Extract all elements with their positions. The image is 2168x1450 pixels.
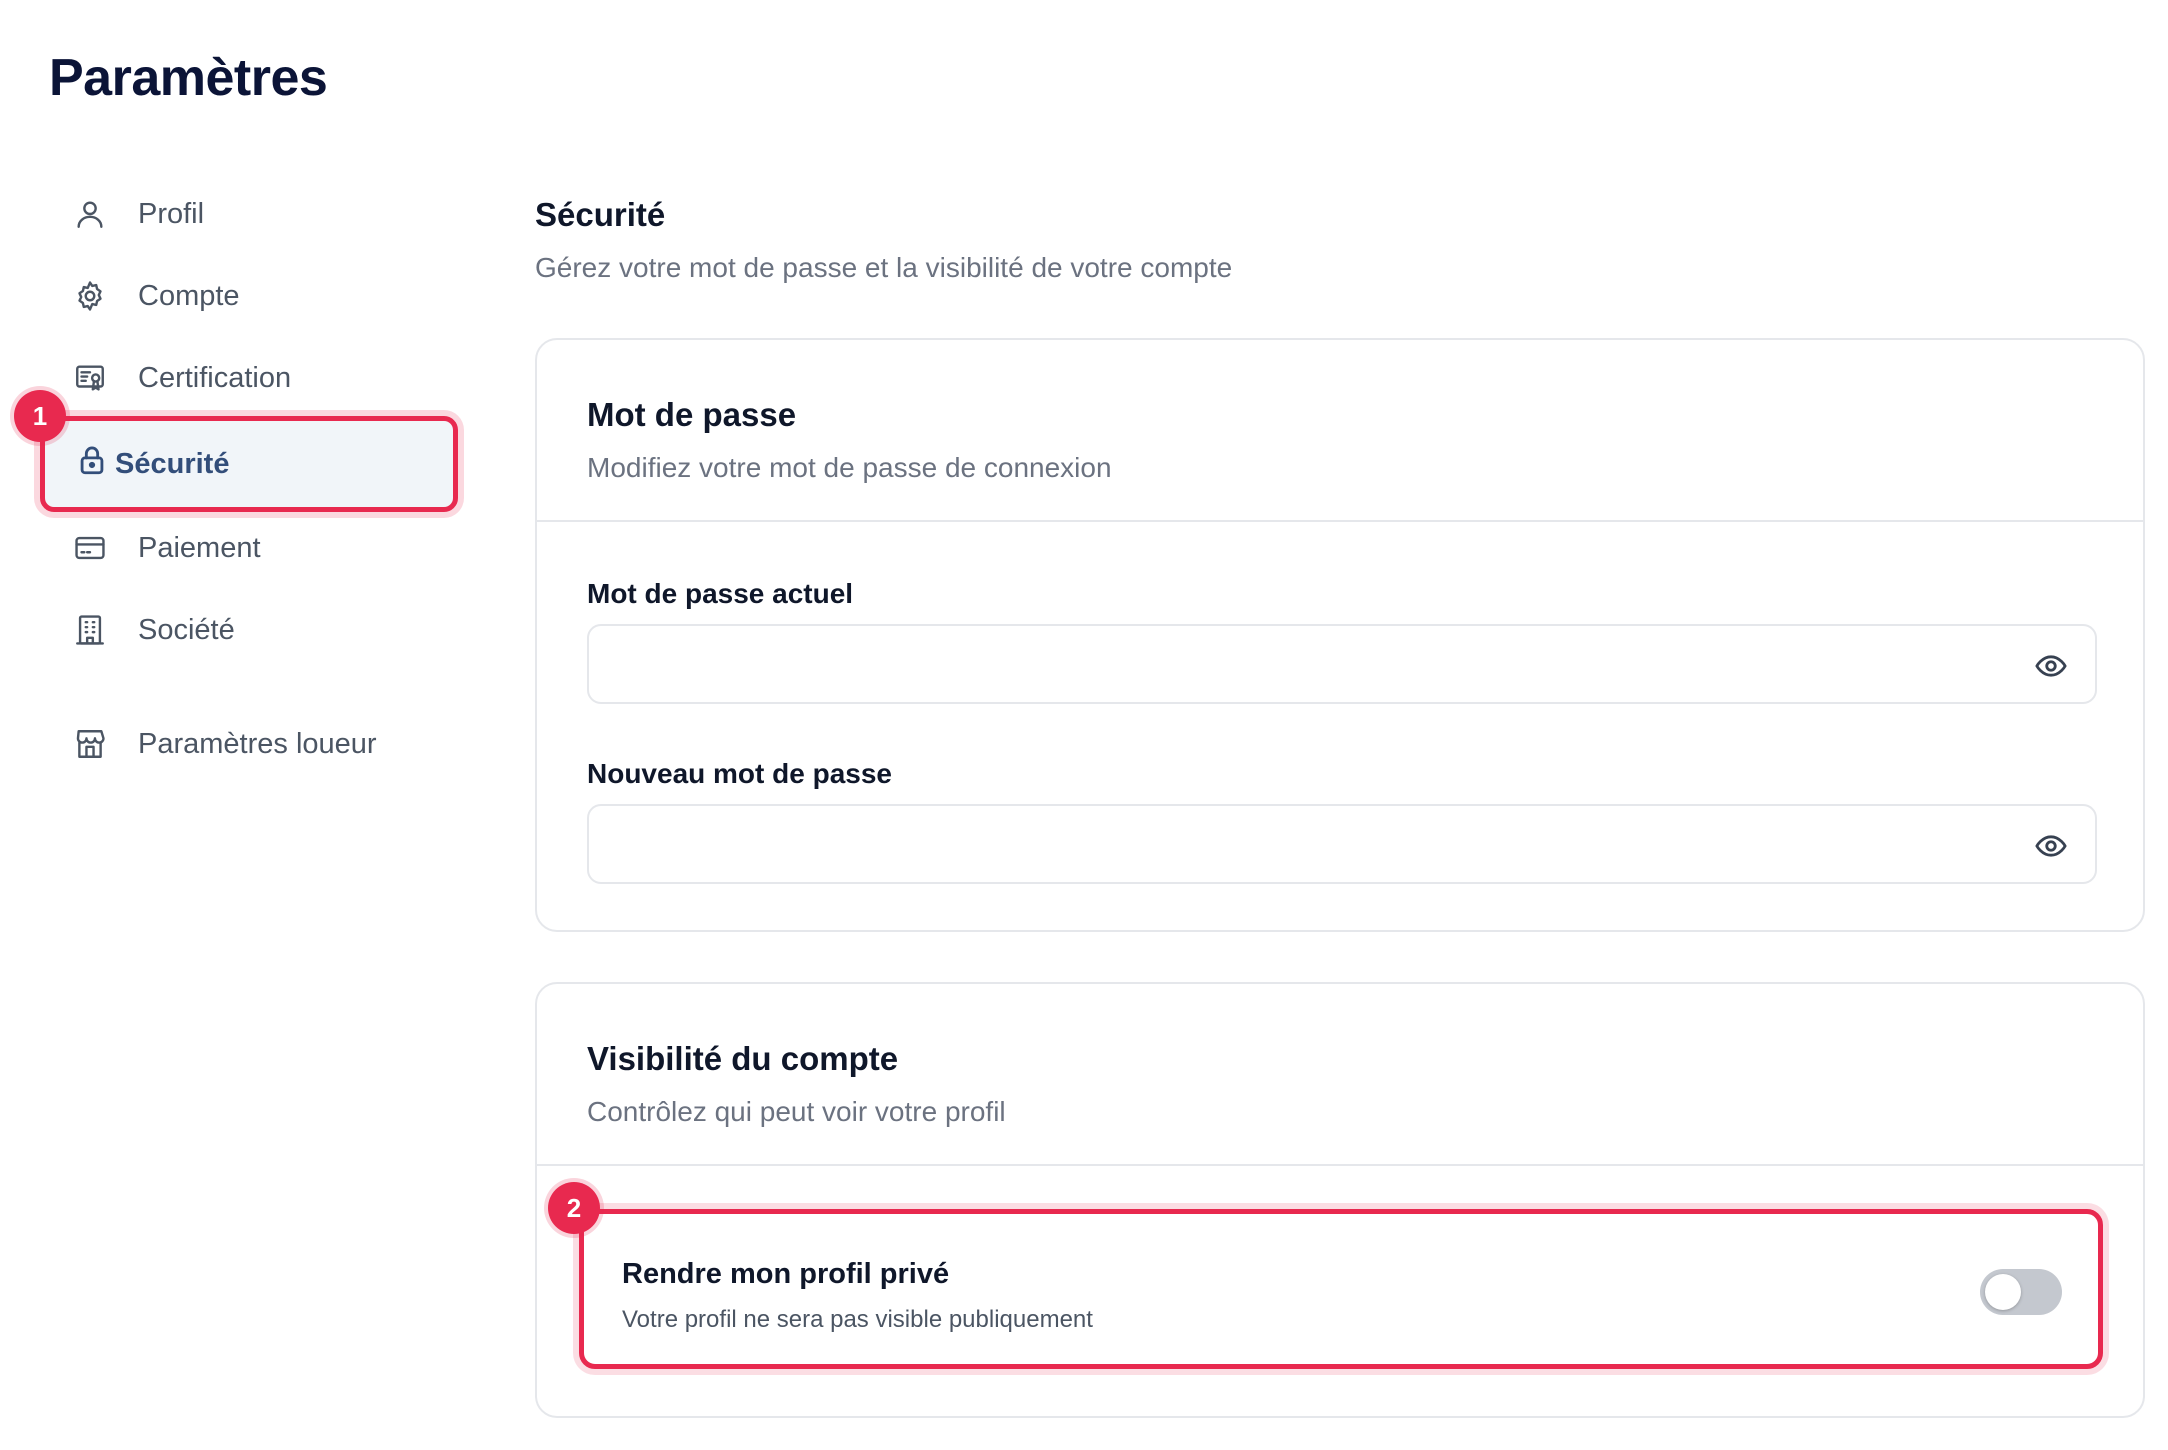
eye-icon[interactable] bbox=[2033, 828, 2069, 864]
private-profile-row: Rendre mon profil privé Votre profil ne … bbox=[579, 1209, 2103, 1369]
certificate-icon bbox=[72, 360, 108, 396]
new-password-input[interactable] bbox=[589, 806, 2095, 882]
sidebar-item-securite[interactable]: Sécurité bbox=[40, 416, 458, 512]
sidebar-item-certification[interactable]: Certification bbox=[72, 348, 452, 408]
visibility-card-subtitle: Contrôlez qui peut voir votre profil bbox=[587, 1096, 1006, 1127]
password-card: Mot de passe Modifiez votre mot de passe… bbox=[535, 338, 2145, 932]
private-profile-toggle[interactable] bbox=[1980, 1269, 2062, 1315]
sidebar: Profil Compte Certification Sécurité 1 P… bbox=[0, 0, 480, 1450]
sidebar-item-compte[interactable]: Compte bbox=[72, 266, 452, 326]
sidebar-item-label: Société bbox=[138, 613, 235, 646]
sidebar-item-label: Compte bbox=[138, 279, 240, 312]
section-title: Sécurité bbox=[535, 196, 666, 233]
settings-page: Paramètres Profil Compte Certification S… bbox=[0, 0, 2168, 1450]
lock-icon bbox=[75, 443, 109, 485]
sidebar-item-label: Profil bbox=[138, 197, 205, 230]
building-icon bbox=[72, 612, 108, 648]
eye-icon[interactable] bbox=[2033, 648, 2069, 684]
annotation-badge-1: 1 bbox=[14, 390, 66, 442]
user-icon bbox=[72, 196, 108, 232]
private-profile-title: Rendre mon profil privé bbox=[622, 1258, 950, 1290]
sidebar-item-label: Paiement bbox=[138, 531, 261, 564]
new-password-field bbox=[587, 804, 2097, 884]
private-profile-description: Votre profil ne sera pas visible publiqu… bbox=[622, 1306, 1093, 1333]
visibility-card-title: Visibilité du compte bbox=[587, 1040, 899, 1077]
sidebar-item-parametres-loueur[interactable]: Paramètres loueur bbox=[72, 714, 452, 774]
new-password-label: Nouveau mot de passe bbox=[587, 758, 892, 789]
current-password-input[interactable] bbox=[589, 626, 2095, 702]
sidebar-item-label: Paramètres loueur bbox=[138, 727, 377, 760]
visibility-card: Visibilité du compte Contrôlez qui peut … bbox=[535, 982, 2145, 1418]
sidebar-item-societe[interactable]: Société bbox=[72, 600, 452, 660]
password-card-header: Mot de passe Modifiez votre mot de passe… bbox=[537, 340, 2143, 522]
current-password-field bbox=[587, 624, 2097, 704]
store-icon bbox=[72, 726, 108, 762]
sidebar-item-label: Sécurité bbox=[115, 447, 230, 480]
sidebar-item-profil[interactable]: Profil bbox=[72, 184, 452, 244]
visibility-card-header: Visibilité du compte Contrôlez qui peut … bbox=[537, 984, 2143, 1166]
annotation-badge-2: 2 bbox=[548, 1182, 600, 1234]
toggle-knob bbox=[1985, 1274, 2021, 1310]
section-subtitle: Gérez votre mot de passe et la visibilit… bbox=[535, 252, 1233, 283]
password-card-title: Mot de passe bbox=[587, 396, 797, 433]
gear-icon bbox=[72, 278, 108, 314]
password-card-subtitle: Modifiez votre mot de passe de connexion bbox=[587, 452, 1112, 483]
current-password-label: Mot de passe actuel bbox=[587, 578, 854, 609]
credit-card-icon bbox=[72, 530, 108, 566]
sidebar-item-label: Certification bbox=[138, 361, 292, 394]
sidebar-item-paiement[interactable]: Paiement bbox=[72, 518, 452, 578]
